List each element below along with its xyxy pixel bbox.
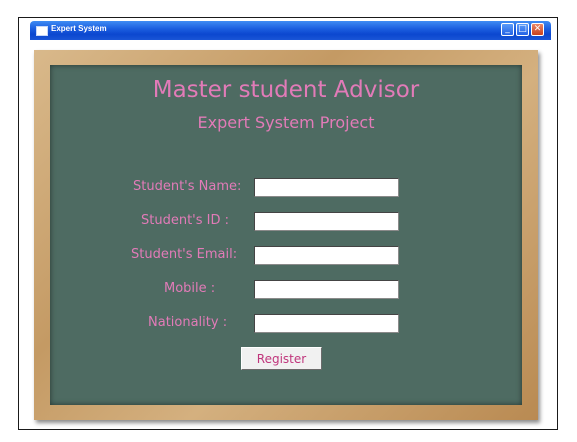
chalkboard: Master student Advisor Expert System Pro… xyxy=(50,65,522,405)
page-title: Master student Advisor xyxy=(152,77,420,103)
window-title: Expert System xyxy=(51,24,107,33)
chalkboard-frame: Master student Advisor Expert System Pro… xyxy=(34,50,538,420)
window-app-icon xyxy=(36,26,48,36)
app-window: Expert System _ □ ✕ Master student Advis… xyxy=(30,21,551,429)
student-email-label: Student's Email: xyxy=(131,247,238,262)
student-name-label: Student's Name: xyxy=(133,179,242,194)
nationality-input[interactable] xyxy=(254,314,399,333)
student-name-input[interactable] xyxy=(254,178,399,197)
student-email-input[interactable] xyxy=(254,246,399,265)
student-id-input[interactable] xyxy=(254,212,399,231)
nationality-label: Nationality : xyxy=(148,315,228,330)
maximize-icon[interactable]: □ xyxy=(516,23,529,36)
window-titlebar[interactable]: Expert System _ □ ✕ xyxy=(30,21,551,40)
mobile-label: Mobile : xyxy=(164,281,216,296)
mobile-input[interactable] xyxy=(254,280,399,299)
page-subtitle: Expert System Project xyxy=(197,113,375,132)
register-button[interactable]: Register xyxy=(241,347,322,370)
close-icon[interactable]: ✕ xyxy=(531,23,544,36)
student-id-label: Student's ID : xyxy=(141,213,230,228)
minimize-icon[interactable]: _ xyxy=(501,23,514,36)
